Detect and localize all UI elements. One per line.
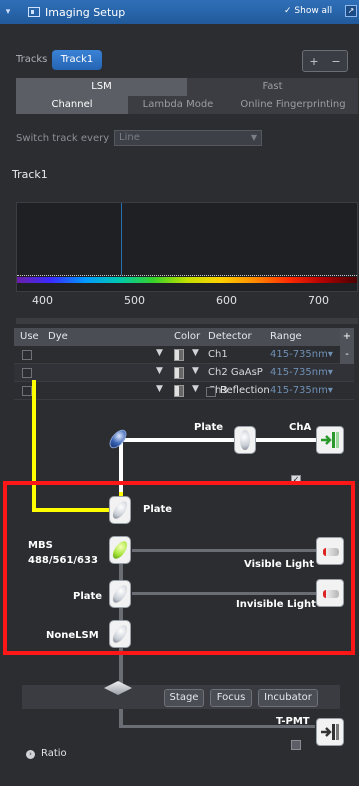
tick-label: 500 [124, 294, 145, 307]
incubator-button[interactable]: Incubator [258, 689, 318, 707]
tpmt-detector-button[interactable] [316, 718, 344, 746]
plate-top-label: Plate [194, 422, 224, 433]
switch-track-label: Switch track every [16, 133, 110, 144]
spectrum-view[interactable] [16, 202, 358, 292]
track-button-1[interactable]: Track1 [52, 50, 102, 70]
range-select[interactable]: 415-735nm▾ [270, 349, 333, 360]
horizontal-scrollbar[interactable] [16, 318, 358, 324]
switch-track-row: Switch track every Line ▼ [16, 130, 358, 148]
track-title: Track1 [12, 168, 48, 181]
table-header: Use Dye Color Detector Range + [14, 328, 354, 346]
ratio-toggle[interactable]: › Ratio [26, 748, 67, 759]
emission-path-horizontal [121, 438, 317, 442]
light-path-diagram: Plate ChA ✓ Plate MBS 488/561/633 Visibl… [0, 380, 359, 786]
col-range: Range [270, 331, 302, 342]
chevron-down-icon[interactable]: ▼ [156, 366, 163, 376]
tpmt-enable-checkbox[interactable] [291, 740, 301, 750]
add-track-button[interactable]: + [309, 55, 318, 68]
window-title: Imaging Setup [45, 5, 126, 19]
tab-online-fingerprinting[interactable]: Online Fingerprinting [228, 96, 358, 114]
title-bar: ▾ Imaging Setup ✓ Show all ↗ [0, 0, 359, 24]
tracks-row: Tracks Track1 + − [0, 36, 359, 76]
remove-channel-button[interactable]: - [340, 346, 354, 364]
detector-icon [321, 432, 339, 448]
remove-track-button[interactable]: − [331, 55, 340, 68]
tpmt-label: T-PMT [276, 716, 310, 727]
chevron-down-icon: ▼ [250, 133, 257, 142]
detector-icon [321, 724, 339, 740]
tick-label: 600 [216, 294, 237, 307]
focus-button[interactable]: Focus [210, 689, 252, 707]
color-swatch[interactable] [174, 349, 184, 361]
col-dye: Dye [48, 331, 68, 342]
undock-icon[interactable]: ↗ [345, 5, 357, 17]
expand-icon: › [26, 750, 35, 759]
detector-name: Ch2 GaAsP [208, 367, 263, 378]
col-color: Color [174, 331, 201, 342]
wavelength-axis: 400 500 600 700 [16, 294, 358, 310]
tab-channel[interactable]: Channel [16, 96, 128, 114]
table-row: ▼ ▼ Ch1 415-735nm▾ [14, 346, 354, 364]
tick-label: 400 [32, 294, 53, 307]
switch-track-value: Line [119, 132, 140, 143]
add-channel-button[interactable]: + [340, 328, 354, 346]
collapse-arrow-icon[interactable]: ▾ [0, 7, 16, 17]
color-swatch[interactable] [174, 367, 184, 379]
tracks-label: Tracks [16, 54, 48, 65]
stage-button[interactable]: Stage [164, 689, 204, 707]
tab-fast[interactable]: Fast [187, 78, 358, 96]
sub-tabs: Channel Lambda Mode Online Fingerprintin… [16, 96, 358, 114]
dock-icon[interactable] [28, 7, 40, 17]
chevron-down-icon[interactable]: ▼ [192, 348, 199, 358]
cha-detector-button[interactable] [316, 426, 344, 454]
track-add-remove: + − [302, 50, 348, 72]
tab-lambda-mode[interactable]: Lambda Mode [128, 96, 228, 114]
tick-label: 700 [308, 294, 329, 307]
lens-icon [240, 430, 250, 450]
col-use: Use [20, 331, 39, 342]
col-detector: Detector [208, 331, 252, 342]
highlight-box [3, 481, 355, 655]
show-all-toggle[interactable]: ✓ Show all [284, 6, 332, 16]
switch-track-select[interactable]: Line ▼ [114, 130, 262, 146]
use-checkbox[interactable] [22, 368, 32, 378]
cha-label: ChA [289, 422, 312, 433]
mode-tabs: LSM Fast [16, 78, 358, 96]
use-checkbox[interactable] [22, 350, 32, 360]
chevron-down-icon[interactable]: ▼ [156, 348, 163, 358]
ratio-label: Ratio [41, 748, 67, 759]
tab-lsm[interactable]: LSM [16, 78, 187, 96]
detector-name: Ch1 [208, 349, 228, 360]
plate-top-button[interactable] [234, 426, 256, 454]
chevron-down-icon[interactable]: ▼ [192, 366, 199, 376]
spectrum-color-bar [17, 277, 357, 283]
range-select[interactable]: 415-735nm▾ [270, 367, 333, 378]
stage-bar: Stage Focus Incubator [22, 685, 340, 709]
laser-line-marker [121, 203, 122, 275]
